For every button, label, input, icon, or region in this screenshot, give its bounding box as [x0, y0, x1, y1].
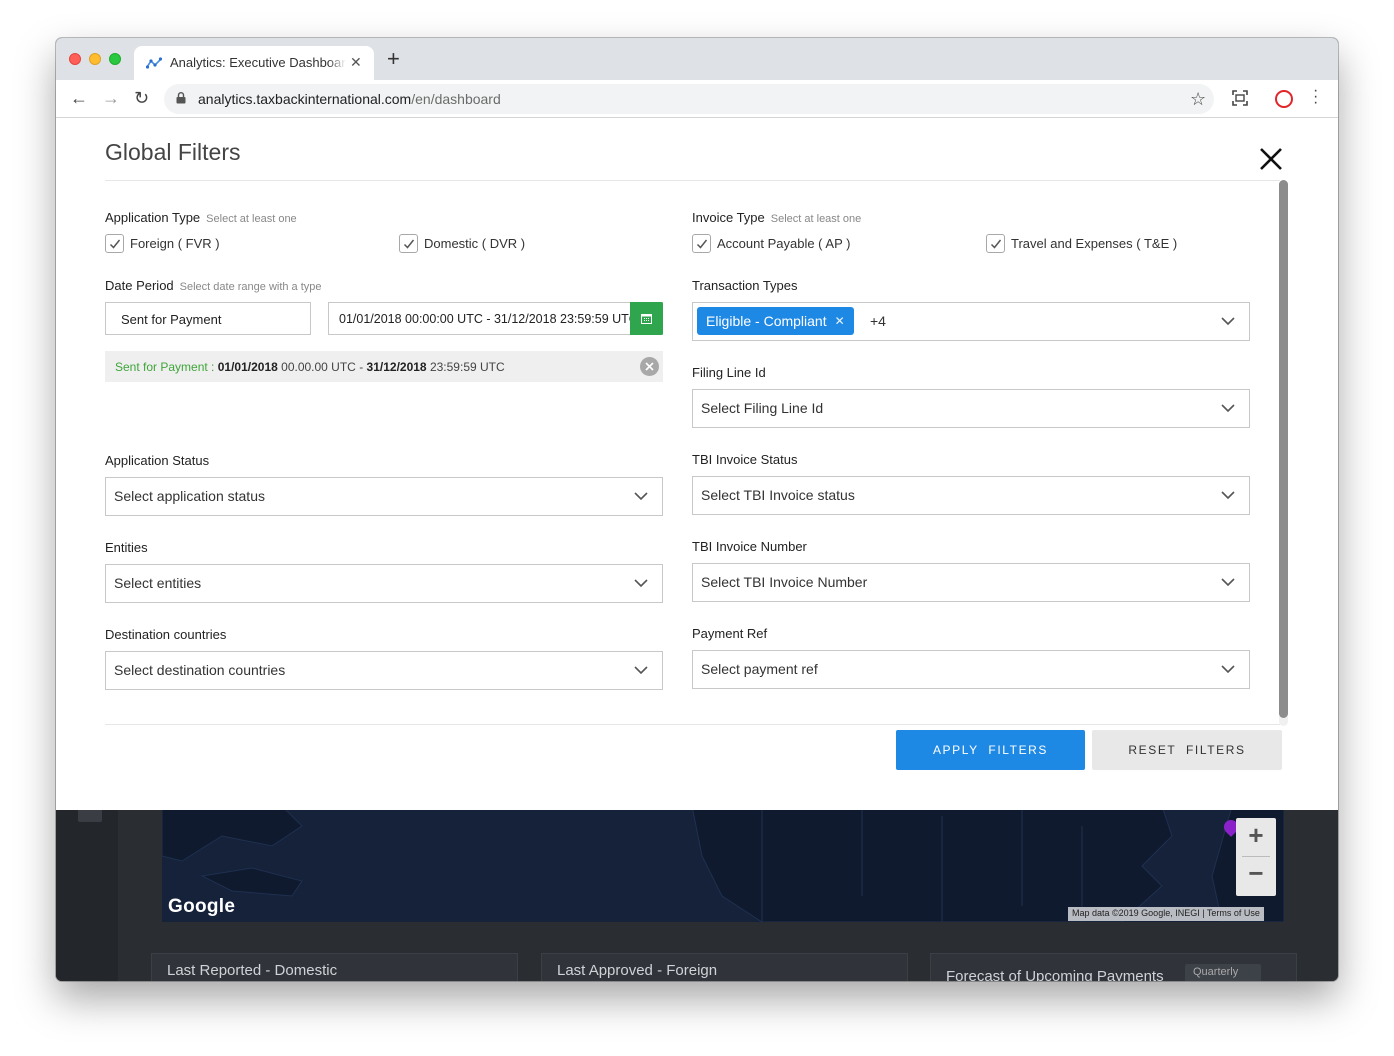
card-title: Last Approved - Foreign	[557, 962, 718, 979]
zoom-in-button[interactable]: +	[1236, 820, 1276, 851]
destination-countries-select[interactable]: Select destination countries	[105, 651, 663, 690]
reset-filters-button[interactable]: RESET FILTERS	[1092, 730, 1282, 770]
payment-ref-select[interactable]: Select payment ref	[692, 650, 1250, 689]
more-selected-count: +4	[870, 313, 886, 329]
transaction-types-label: Transaction Types	[692, 278, 798, 293]
reload-icon[interactable]: ↻	[134, 88, 149, 108]
checkbox-checked-icon	[399, 234, 418, 253]
travel-expenses-checkbox[interactable]: Travel and Expenses ( T&E )	[986, 234, 1177, 253]
entities-select[interactable]: Select entities	[105, 564, 663, 603]
apply-filters-button[interactable]: APPLY FILTERS	[896, 730, 1085, 770]
opera-extension-icon[interactable]	[1275, 90, 1293, 108]
tab-bar: Analytics: Executive Dashboard ✕ +	[56, 38, 1338, 80]
checkbox-checked-icon	[105, 234, 124, 253]
new-tab-button[interactable]: +	[387, 48, 400, 70]
card-forecast-upcoming-payments: Forecast of Upcoming Payments Quarterly	[930, 953, 1297, 981]
tbi-invoice-number-label: TBI Invoice Number	[692, 539, 807, 554]
map-attribution: Map data ©2019 Google, INEGI | Terms of …	[1068, 907, 1264, 921]
date-type-select[interactable]: Sent for Payment	[105, 302, 311, 335]
scrollbar-thumb[interactable]	[1279, 180, 1288, 718]
chevron-down-icon	[1221, 404, 1235, 413]
url-text: analytics.taxbackinternational.com/en/da…	[198, 91, 501, 107]
world-map[interactable]	[162, 806, 1284, 922]
account-payable-checkbox[interactable]: Account Payable ( AP )	[692, 234, 850, 253]
destination-countries-label: Destination countries	[105, 627, 227, 642]
address-bar[interactable]: analytics.taxbackinternational.com/en/da…	[164, 84, 1214, 114]
card-title: Last Reported - Domestic	[167, 962, 338, 979]
close-icon[interactable]	[1256, 144, 1286, 174]
tab-title: Analytics: Executive Dashboard	[170, 55, 346, 70]
chevron-down-icon	[634, 579, 648, 588]
chevron-down-icon	[634, 666, 648, 675]
zoom-out-button[interactable]: −	[1236, 858, 1276, 889]
forward-arrow-icon[interactable]: →	[102, 88, 120, 108]
invoice-type-label: Invoice Type Select at least one	[692, 210, 862, 225]
application-status-label: Application Status	[105, 453, 210, 468]
filing-line-id-select[interactable]: Select Filing Line Id	[692, 389, 1250, 428]
date-period-label: Date Period Select date range with a type	[105, 278, 322, 293]
date-filter-summary: Sent for Payment : 01/01/2018 00.00.00 U…	[105, 351, 663, 382]
map-zoom-control: + −	[1236, 818, 1276, 896]
card-last-approved-foreign: Last Approved - Foreign	[541, 953, 908, 981]
bookmark-star-icon[interactable]: ☆	[1190, 89, 1206, 110]
close-window-button[interactable]	[69, 53, 81, 65]
tab-close-icon[interactable]: ✕	[350, 54, 362, 71]
chevron-down-icon	[634, 492, 648, 501]
tbi-invoice-status-label: TBI Invoice Status	[692, 452, 798, 467]
checkbox-checked-icon	[986, 234, 1005, 253]
chevron-down-icon	[1221, 578, 1235, 587]
lock-icon	[176, 92, 186, 104]
date-range-input[interactable]: 01/01/2018 00:00:00 UTC - 31/12/2018 23:…	[328, 302, 663, 335]
fullscreen-window-button[interactable]	[109, 53, 121, 65]
entities-label: Entities	[105, 540, 148, 555]
browser-tab[interactable]: Analytics: Executive Dashboard ✕	[134, 46, 374, 80]
analytics-favicon-icon	[146, 57, 162, 69]
screenshot-capture-icon[interactable]	[1231, 89, 1249, 107]
divider	[105, 724, 1280, 725]
card-last-reported-domestic: Last Reported - Domestic	[151, 953, 518, 981]
terms-of-use-link[interactable]: Terms of Use	[1207, 908, 1260, 918]
browser-menu-icon[interactable]: · · ·	[1313, 83, 1318, 111]
application-type-label: Application Type Select at least one	[105, 210, 297, 225]
global-filters-modal: Global Filters Application Type Select at…	[56, 118, 1338, 810]
period-select[interactable]: Quarterly	[1185, 964, 1261, 981]
foreign-fvr-checkbox[interactable]: Foreign ( FVR )	[105, 234, 220, 253]
calendar-button[interactable]	[630, 302, 663, 335]
calendar-icon	[641, 314, 652, 324]
tbi-invoice-status-select[interactable]: Select TBI Invoice status	[692, 476, 1250, 515]
payment-ref-label: Payment Ref	[692, 626, 768, 641]
filing-line-id-label: Filing Line Id	[692, 365, 766, 380]
browser-window: Analytics: Executive Dashboard ✕ + ← → ↻…	[56, 38, 1338, 981]
tbi-invoice-number-select[interactable]: Select TBI Invoice Number	[692, 563, 1250, 602]
domestic-dvr-checkbox[interactable]: Domestic ( DVR )	[399, 234, 525, 253]
chevron-down-icon	[1221, 665, 1235, 674]
sidebar-icon[interactable]	[78, 808, 102, 822]
chevron-down-icon	[1221, 317, 1235, 326]
modal-title: Global Filters	[105, 139, 241, 165]
summary-type: Sent for Payment :	[115, 360, 215, 374]
back-arrow-icon[interactable]: ←	[70, 88, 88, 108]
browser-toolbar: ← → ↻ analytics.taxbackinternational.com…	[56, 80, 1338, 118]
chevron-down-icon	[1221, 491, 1235, 500]
card-title: Forecast of Upcoming Payments	[946, 968, 1164, 981]
clear-date-filter-icon[interactable]	[640, 357, 659, 376]
divider	[105, 180, 1280, 181]
scrollbar[interactable]	[1279, 180, 1288, 726]
transaction-type-chip: Eligible - Compliant ✕	[697, 307, 854, 335]
minimize-window-button[interactable]	[89, 53, 101, 65]
map-land-shapes	[162, 806, 1284, 922]
google-logo: Google	[168, 896, 236, 917]
chip-remove-icon[interactable]: ✕	[835, 314, 845, 328]
checkbox-checked-icon	[692, 234, 711, 253]
application-status-select[interactable]: Select application status	[105, 477, 663, 516]
